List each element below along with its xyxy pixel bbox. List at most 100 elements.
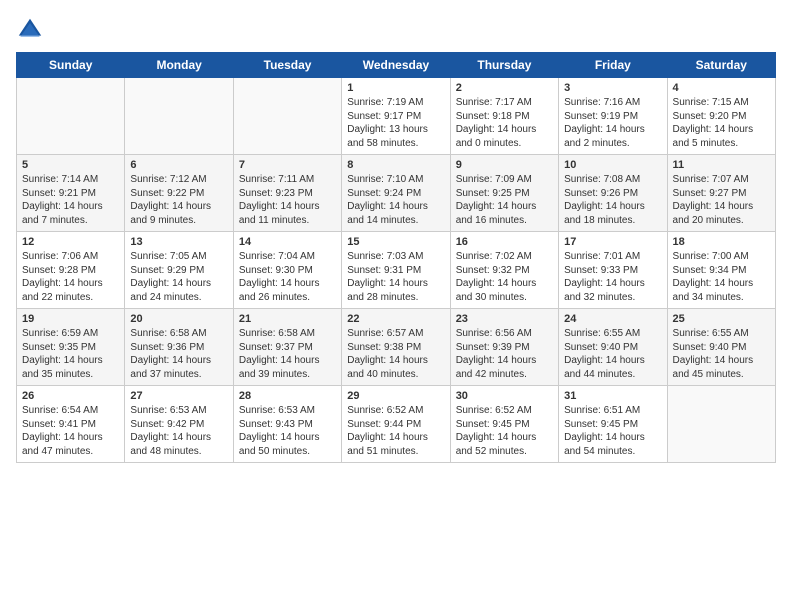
- day-info: Sunrise: 7:11 AMSunset: 9:23 PMDaylight:…: [239, 173, 336, 227]
- day-number: 26: [22, 390, 119, 402]
- day-cell: [667, 386, 775, 463]
- day-cell: 30 Sunrise: 6:52 AMSunset: 9:45 PMDayligh…: [450, 386, 558, 463]
- day-number: 24: [564, 313, 661, 325]
- day-cell: 4 Sunrise: 7:15 AMSunset: 9:20 PMDaylight…: [667, 78, 775, 155]
- day-number: 29: [347, 390, 444, 402]
- day-info: Sunrise: 7:00 AMSunset: 9:34 PMDaylight:…: [673, 250, 770, 304]
- day-info: Sunrise: 6:52 AMSunset: 9:44 PMDaylight:…: [347, 404, 444, 458]
- header-sunday: Sunday: [17, 53, 125, 78]
- day-number: 25: [673, 313, 770, 325]
- day-cell: 24 Sunrise: 6:55 AMSunset: 9:40 PMDayligh…: [559, 309, 667, 386]
- day-cell: 12 Sunrise: 7:06 AMSunset: 9:28 PMDayligh…: [17, 232, 125, 309]
- day-info: Sunrise: 7:06 AMSunset: 9:28 PMDaylight:…: [22, 250, 119, 304]
- day-number: 3: [564, 82, 661, 94]
- header-tuesday: Tuesday: [233, 53, 341, 78]
- day-cell: 6 Sunrise: 7:12 AMSunset: 9:22 PMDaylight…: [125, 155, 233, 232]
- day-info: Sunrise: 7:12 AMSunset: 9:22 PMDaylight:…: [130, 173, 227, 227]
- day-info: Sunrise: 6:55 AMSunset: 9:40 PMDaylight:…: [564, 327, 661, 381]
- day-number: 11: [673, 159, 770, 171]
- day-number: 31: [564, 390, 661, 402]
- day-number: 4: [673, 82, 770, 94]
- day-number: 2: [456, 82, 553, 94]
- logo: [16, 16, 48, 44]
- day-number: 20: [130, 313, 227, 325]
- day-info: Sunrise: 6:55 AMSunset: 9:40 PMDaylight:…: [673, 327, 770, 381]
- day-info: Sunrise: 7:17 AMSunset: 9:18 PMDaylight:…: [456, 96, 553, 150]
- day-info: Sunrise: 7:14 AMSunset: 9:21 PMDaylight:…: [22, 173, 119, 227]
- day-cell: 26 Sunrise: 6:54 AMSunset: 9:41 PMDayligh…: [17, 386, 125, 463]
- header-monday: Monday: [125, 53, 233, 78]
- day-info: Sunrise: 7:07 AMSunset: 9:27 PMDaylight:…: [673, 173, 770, 227]
- day-info: Sunrise: 6:53 AMSunset: 9:42 PMDaylight:…: [130, 404, 227, 458]
- day-cell: 8Sunrise: 7:10 AMSunset: 9:24 PMDaylight…: [342, 155, 450, 232]
- day-number: 12: [22, 236, 119, 248]
- day-number: 5: [22, 159, 119, 171]
- day-info: Sunrise: 6:59 AMSunset: 9:35 PMDaylight:…: [22, 327, 119, 381]
- day-cell: [125, 78, 233, 155]
- day-number: 15: [347, 236, 444, 248]
- calendar-table: SundayMondayTuesdayWednesdayThursdayFrid…: [16, 52, 776, 463]
- day-number: 28: [239, 390, 336, 402]
- day-cell: [233, 78, 341, 155]
- day-cell: [17, 78, 125, 155]
- day-info: Sunrise: 7:10 AMSunset: 9:24 PMDaylight:…: [347, 173, 444, 227]
- day-cell: 17Sunrise: 7:01 AMSunset: 9:33 PMDayligh…: [559, 232, 667, 309]
- day-number: 9: [456, 159, 553, 171]
- day-number: 22: [347, 313, 444, 325]
- day-cell: 31 Sunrise: 6:51 AMSunset: 9:45 PMDayligh…: [559, 386, 667, 463]
- day-info: Sunrise: 7:19 AMSunset: 9:17 PMDaylight:…: [347, 96, 444, 150]
- header-friday: Friday: [559, 53, 667, 78]
- day-info: Sunrise: 7:05 AMSunset: 9:29 PMDaylight:…: [130, 250, 227, 304]
- week-row-3: 12 Sunrise: 7:06 AMSunset: 9:28 PMDayligh…: [17, 232, 776, 309]
- day-number: 23: [456, 313, 553, 325]
- day-cell: 10 Sunrise: 7:08 AMSunset: 9:26 PMDayligh…: [559, 155, 667, 232]
- day-info: Sunrise: 6:51 AMSunset: 9:45 PMDaylight:…: [564, 404, 661, 458]
- day-cell: 19 Sunrise: 6:59 AMSunset: 9:35 PMDayligh…: [17, 309, 125, 386]
- header-thursday: Thursday: [450, 53, 558, 78]
- day-number: 1: [347, 82, 444, 94]
- day-info: Sunrise: 6:52 AMSunset: 9:45 PMDaylight:…: [456, 404, 553, 458]
- day-number: 13: [130, 236, 227, 248]
- day-number: 10: [564, 159, 661, 171]
- day-cell: 18Sunrise: 7:00 AMSunset: 9:34 PMDayligh…: [667, 232, 775, 309]
- day-number: 19: [22, 313, 119, 325]
- day-info: Sunrise: 7:08 AMSunset: 9:26 PMDaylight:…: [564, 173, 661, 227]
- day-info: Sunrise: 7:16 AMSunset: 9:19 PMDaylight:…: [564, 96, 661, 150]
- day-number: 21: [239, 313, 336, 325]
- day-info: Sunrise: 6:58 AMSunset: 9:36 PMDaylight:…: [130, 327, 227, 381]
- calendar-header-row: SundayMondayTuesdayWednesdayThursdayFrid…: [17, 53, 776, 78]
- day-number: 17: [564, 236, 661, 248]
- day-info: Sunrise: 7:02 AMSunset: 9:32 PMDaylight:…: [456, 250, 553, 304]
- day-cell: 22 Sunrise: 6:57 AMSunset: 9:38 PMDayligh…: [342, 309, 450, 386]
- day-number: 16: [456, 236, 553, 248]
- day-info: Sunrise: 6:58 AMSunset: 9:37 PMDaylight:…: [239, 327, 336, 381]
- day-cell: 7 Sunrise: 7:11 AMSunset: 9:23 PMDaylight…: [233, 155, 341, 232]
- day-info: Sunrise: 7:15 AMSunset: 9:20 PMDaylight:…: [673, 96, 770, 150]
- day-cell: 11 Sunrise: 7:07 AMSunset: 9:27 PMDayligh…: [667, 155, 775, 232]
- day-cell: 15Sunrise: 7:03 AMSunset: 9:31 PMDayligh…: [342, 232, 450, 309]
- day-cell: 20 Sunrise: 6:58 AMSunset: 9:36 PMDayligh…: [125, 309, 233, 386]
- day-info: Sunrise: 6:53 AMSunset: 9:43 PMDaylight:…: [239, 404, 336, 458]
- day-info: Sunrise: 6:54 AMSunset: 9:41 PMDaylight:…: [22, 404, 119, 458]
- day-cell: 28 Sunrise: 6:53 AMSunset: 9:43 PMDayligh…: [233, 386, 341, 463]
- day-number: 27: [130, 390, 227, 402]
- day-cell: 14Sunrise: 7:04 AMSunset: 9:30 PMDayligh…: [233, 232, 341, 309]
- day-cell: 23 Sunrise: 6:56 AMSunset: 9:39 PMDayligh…: [450, 309, 558, 386]
- day-number: 6: [130, 159, 227, 171]
- day-cell: 16 Sunrise: 7:02 AMSunset: 9:32 PMDayligh…: [450, 232, 558, 309]
- page-header: [16, 16, 776, 44]
- day-info: Sunrise: 6:56 AMSunset: 9:39 PMDaylight:…: [456, 327, 553, 381]
- day-info: Sunrise: 6:57 AMSunset: 9:38 PMDaylight:…: [347, 327, 444, 381]
- day-info: Sunrise: 7:04 AMSunset: 9:30 PMDaylight:…: [239, 250, 336, 304]
- day-cell: 21 Sunrise: 6:58 AMSunset: 9:37 PMDayligh…: [233, 309, 341, 386]
- logo-icon: [16, 16, 44, 44]
- day-cell: 1 Sunrise: 7:19 AMSunset: 9:17 PMDaylight…: [342, 78, 450, 155]
- day-cell: 13 Sunrise: 7:05 AMSunset: 9:29 PMDayligh…: [125, 232, 233, 309]
- day-cell: 2 Sunrise: 7:17 AMSunset: 9:18 PMDaylight…: [450, 78, 558, 155]
- day-cell: 5 Sunrise: 7:14 AMSunset: 9:21 PMDaylight…: [17, 155, 125, 232]
- day-number: 7: [239, 159, 336, 171]
- week-row-4: 19 Sunrise: 6:59 AMSunset: 9:35 PMDayligh…: [17, 309, 776, 386]
- day-number: 30: [456, 390, 553, 402]
- header-wednesday: Wednesday: [342, 53, 450, 78]
- week-row-1: 1 Sunrise: 7:19 AMSunset: 9:17 PMDaylight…: [17, 78, 776, 155]
